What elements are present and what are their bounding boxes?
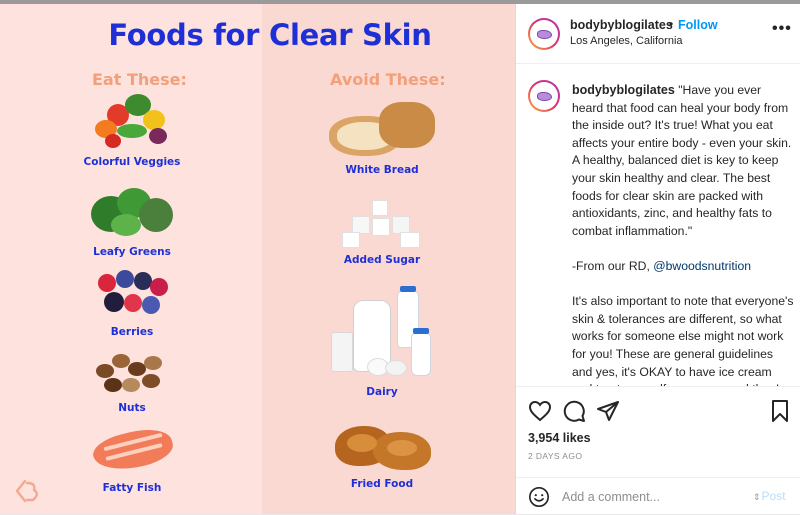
food-item-dairy: Dairy [292, 286, 472, 398]
avatar[interactable] [528, 18, 560, 50]
bread-illustration [327, 100, 437, 160]
location-link[interactable]: Los Angeles, California [570, 35, 683, 47]
food-item-fatty-fish: Fatty Fish [42, 422, 222, 494]
instagram-post-modal: Foods for Clear Skin Eat These: Avoid Th… [0, 0, 800, 514]
avatar-logo-icon [536, 91, 552, 101]
blogilates-logo [14, 478, 40, 504]
food-label: Fatty Fish [102, 482, 162, 494]
heart-icon[interactable] [528, 399, 552, 423]
sugar-cubes-illustration [342, 200, 422, 250]
dairy-illustration [327, 286, 437, 382]
food-item-nuts: Nuts [42, 350, 222, 414]
food-label: Colorful Veggies [83, 156, 181, 168]
mention-link[interactable]: @bwoodsnutrition [653, 259, 751, 273]
post-timestamp: 2 DAYS AGO [528, 451, 583, 461]
emoji-icon[interactable] [528, 486, 550, 508]
food-label: Added Sugar [343, 254, 421, 266]
action-bar: 3,954 likes 2 DAYS AGO ⇕Post [516, 386, 800, 514]
share-icon[interactable] [596, 399, 620, 423]
food-label: Nuts [118, 402, 146, 414]
blogilates-logo-icon [15, 479, 38, 503]
food-item-leafy-greens: Leafy Greens [42, 184, 222, 258]
food-label: Dairy [366, 386, 398, 398]
comment-bar: ⇕Post [516, 477, 800, 515]
image-title: Foods for Clear Skin [108, 18, 432, 52]
food-item-white-bread: White Bread [292, 100, 472, 176]
food-label: Fried Food [350, 478, 414, 490]
bookmark-icon[interactable] [768, 399, 792, 423]
food-item-added-sugar: Added Sugar [292, 200, 472, 266]
veggies-illustration [87, 94, 177, 152]
comment-input[interactable] [562, 487, 742, 507]
food-label: White Bread [345, 164, 419, 176]
food-item-berries: Berries [42, 270, 222, 338]
post-label: Post [761, 489, 786, 503]
post-image[interactable]: Foods for Clear Skin Eat These: Avoid Th… [0, 4, 515, 514]
caption-area[interactable]: bodybyblogilates "Have you ever heard th… [516, 64, 800, 386]
more-options-icon[interactable]: ••• [772, 20, 792, 38]
caption-paragraph-3: It's also important to note that everyon… [572, 294, 794, 386]
caption-paragraph-1: "Have you ever heard that food can heal … [572, 83, 792, 238]
berries-illustration [92, 270, 172, 322]
food-label: Berries [110, 326, 154, 338]
caption-text: bodybyblogilates "Have you ever heard th… [572, 82, 794, 386]
caption-paragraph-2: -From our RD, [572, 258, 654, 273]
salmon-illustration [87, 422, 177, 478]
caption-avatar[interactable] [528, 80, 560, 112]
header-username[interactable]: bodybyblogilates [570, 18, 673, 32]
likes-count[interactable]: 3,954 likes [528, 431, 591, 445]
avoid-heading: Avoid These: [330, 70, 446, 89]
caption-username[interactable]: bodybyblogilates [572, 83, 675, 97]
post-side-panel: bodybyblogilates • Follow Los Angeles, C… [515, 4, 800, 514]
fried-chicken-illustration [327, 418, 437, 474]
avatar-logo-icon [536, 29, 552, 39]
follow-button[interactable]: Follow [678, 18, 718, 32]
nuts-illustration [92, 350, 172, 398]
post-comment-button[interactable]: ⇕Post [753, 489, 786, 503]
greens-illustration [87, 184, 177, 242]
eat-heading: Eat These: [92, 70, 187, 89]
comment-icon[interactable] [562, 399, 586, 423]
resize-arrows-icon: ⇕ [753, 492, 761, 502]
food-label: Leafy Greens [93, 246, 171, 258]
food-item-colorful-veggies: Colorful Veggies [42, 94, 222, 168]
post-header: bodybyblogilates • Follow Los Angeles, C… [516, 4, 800, 64]
separator-dot: • [669, 17, 674, 31]
food-item-fried-food: Fried Food [292, 418, 472, 490]
